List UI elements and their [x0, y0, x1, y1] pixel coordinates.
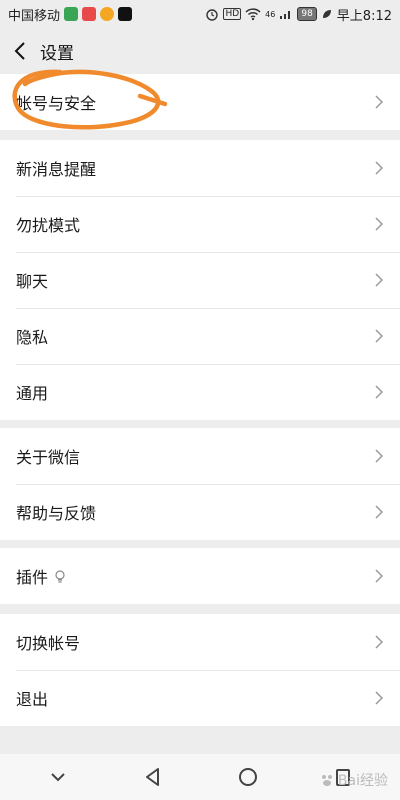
settings-group-about: 关于微信 帮助与反馈	[0, 428, 400, 540]
row-label: 通用	[16, 384, 49, 403]
lightbulb-icon	[55, 570, 65, 583]
row-switch-account[interactable]: 切换帐号	[0, 614, 400, 670]
row-label: 帮助与反馈	[16, 504, 97, 523]
chevron-left-icon	[14, 42, 25, 60]
back-button[interactable]	[10, 41, 30, 61]
row-label: 插件	[16, 564, 66, 588]
app-notification-icon	[64, 7, 79, 21]
row-general[interactable]: 通用	[0, 364, 400, 420]
signal-icon	[280, 11, 291, 19]
network-type-label: 46	[265, 9, 276, 19]
settings-group-general: 新消息提醒 勿扰模式 聊天 隐私 通用	[0, 140, 400, 420]
status-bar: 中国移动 HD 46 98 早上8:12	[0, 0, 400, 28]
chevron-right-icon	[375, 505, 384, 519]
settings-group-account: 帐号与安全	[0, 74, 400, 130]
chevron-right-icon	[375, 95, 384, 109]
row-about-wechat[interactable]: 关于微信	[0, 428, 400, 484]
row-label: 关于微信	[16, 448, 81, 467]
home-circle-icon[interactable]	[236, 765, 260, 789]
row-label: 新消息提醒	[16, 160, 97, 179]
row-label: 退出	[16, 690, 49, 709]
paw-icon	[321, 775, 332, 786]
chevron-right-icon	[375, 161, 384, 175]
leaf-icon	[322, 10, 331, 18]
baidu-watermark: Bai经验	[320, 770, 388, 790]
row-label: 帐号与安全	[16, 94, 97, 113]
status-left: 中国移动	[8, 5, 133, 24]
row-label-text: 插件	[16, 568, 49, 587]
chevron-right-icon	[375, 217, 384, 231]
row-label: 聊天	[16, 272, 49, 291]
back-triangle-icon[interactable]	[141, 765, 165, 789]
status-right: HD 46 98 早上8:12	[205, 5, 392, 24]
row-do-not-disturb[interactable]: 勿扰模式	[0, 196, 400, 252]
clock: 早上8:12	[336, 8, 392, 24]
chevron-right-icon	[375, 385, 384, 399]
settings-group-plugins: 插件	[0, 548, 400, 604]
page-title: 设置	[40, 43, 74, 64]
chevron-down-icon[interactable]	[46, 765, 70, 789]
app-notification-icon	[82, 7, 97, 21]
battery-icon: 98	[297, 7, 317, 21]
settings-group-session: 切换帐号 退出	[0, 614, 400, 726]
chevron-right-icon	[375, 569, 384, 583]
row-label: 勿扰模式	[16, 216, 81, 235]
alarm-icon	[206, 9, 219, 21]
chevron-right-icon	[375, 691, 384, 705]
chevron-right-icon	[375, 273, 384, 287]
watermark-text: Bai经验	[337, 773, 388, 789]
row-help-feedback[interactable]: 帮助与反馈	[0, 484, 400, 540]
carrier-label: 中国移动	[8, 8, 61, 24]
hd-icon: HD	[223, 8, 242, 20]
app-notification-icon	[100, 7, 115, 21]
row-new-message-notify[interactable]: 新消息提醒	[0, 140, 400, 196]
chevron-right-icon	[375, 449, 384, 463]
wifi-icon	[245, 8, 261, 21]
row-label: 切换帐号	[16, 634, 81, 653]
row-account-security[interactable]: 帐号与安全	[0, 74, 400, 130]
row-logout[interactable]: 退出	[0, 670, 400, 726]
nav-bar: 设置	[0, 28, 400, 74]
row-plugins[interactable]: 插件	[0, 548, 400, 604]
row-label: 隐私	[16, 328, 49, 347]
row-privacy[interactable]: 隐私	[0, 308, 400, 364]
tiktok-icon	[118, 7, 133, 21]
row-chat[interactable]: 聊天	[0, 252, 400, 308]
chevron-right-icon	[375, 635, 384, 649]
chevron-right-icon	[375, 329, 384, 343]
